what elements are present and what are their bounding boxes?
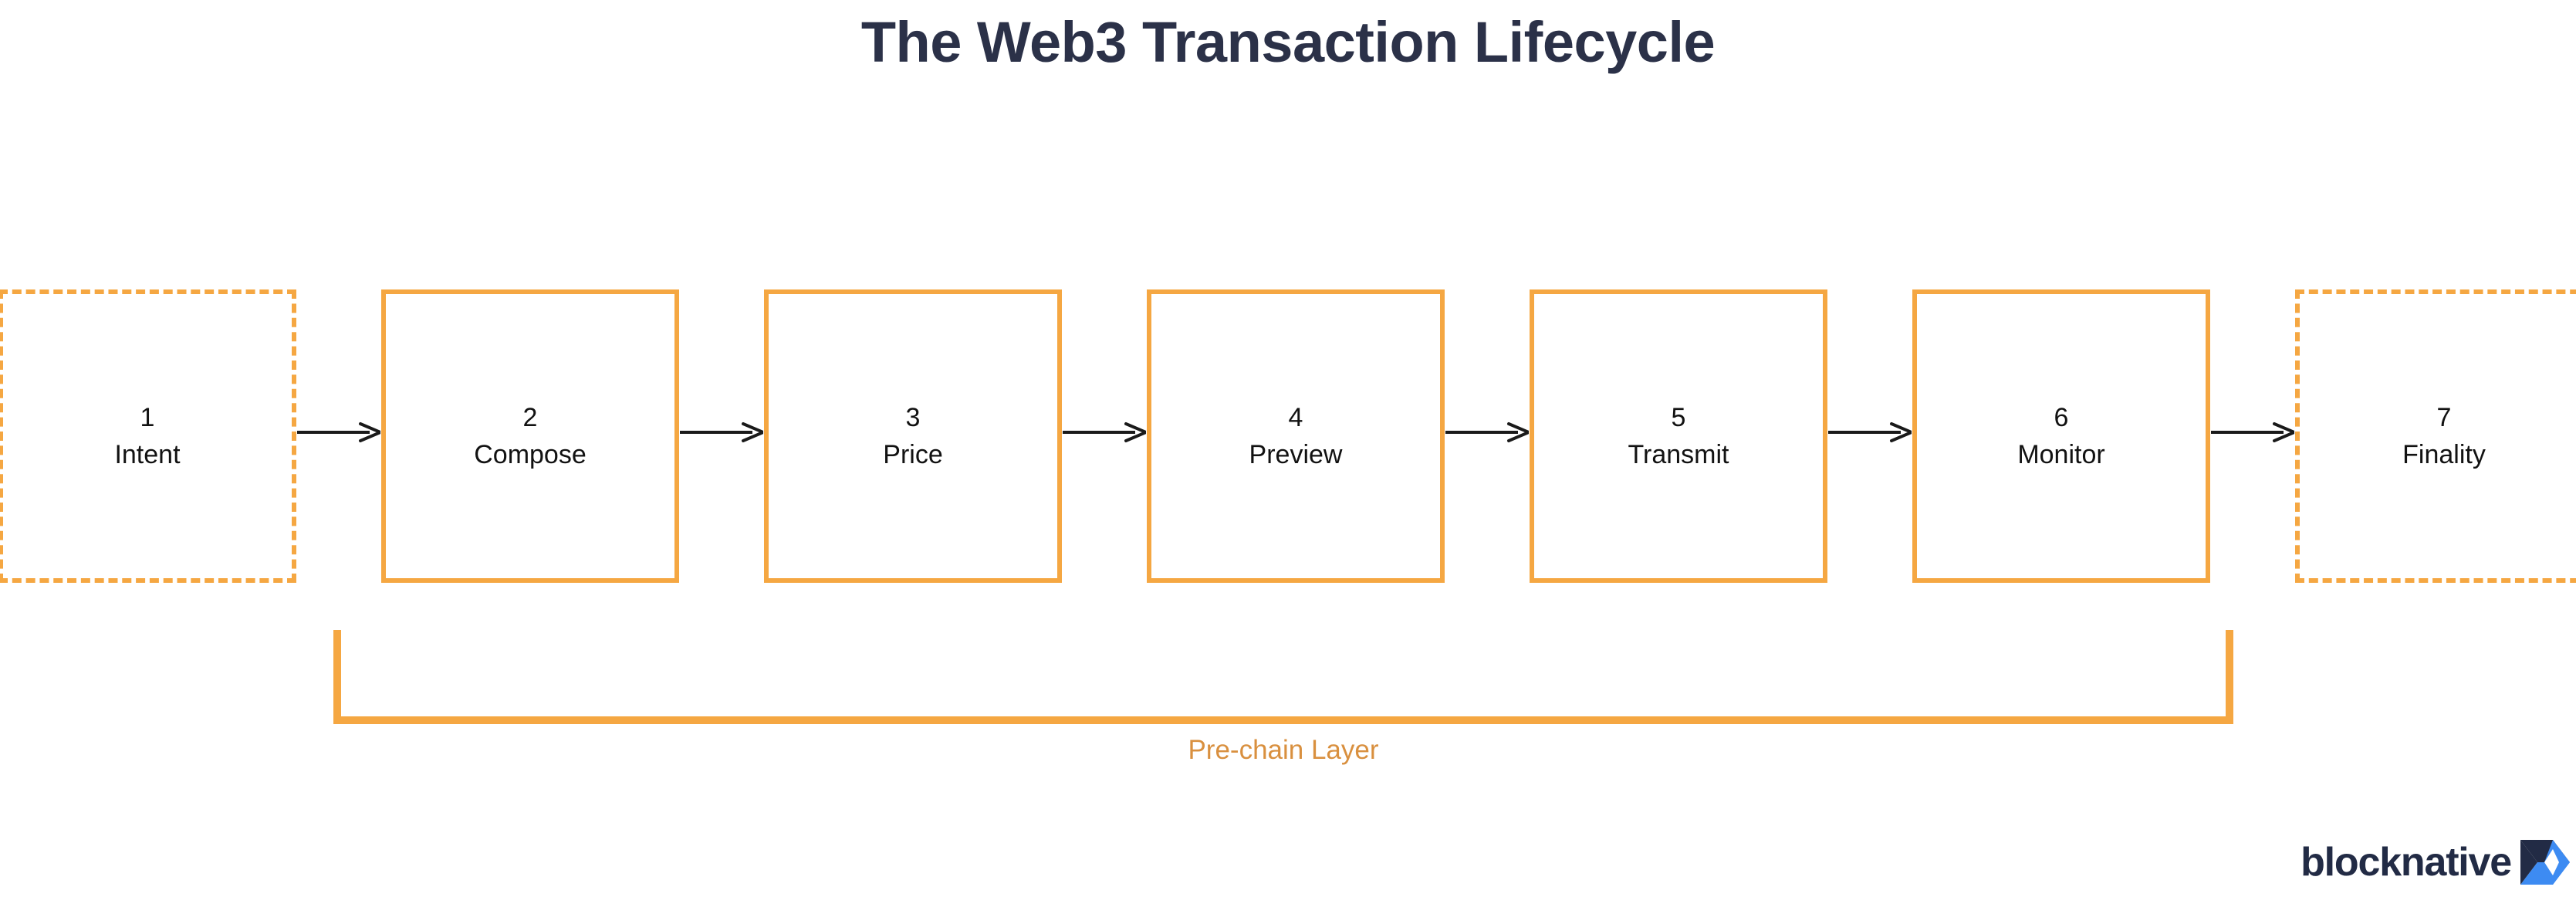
stage-number: 2 xyxy=(522,402,538,432)
stage-number: 5 xyxy=(1671,402,1686,432)
stage-box-compose: 2 Compose xyxy=(381,289,679,583)
blocknative-wordmark: blocknative xyxy=(2300,840,2512,885)
flow-arrow xyxy=(1828,421,1912,444)
lifecycle-flow: 1 Intent 2 Compose 3 Price 4 Preview 5 Transmit 6 M… xyxy=(0,289,2576,583)
pre-chain-layer-label: Pre-chain Layer xyxy=(1188,735,1379,765)
blocknative-chevron-logo-icon xyxy=(2519,838,2570,886)
stage-box-transmit: 5 Transmit xyxy=(1530,289,1827,583)
stage-number: 3 xyxy=(905,402,921,432)
stage-box-finality: 7 Finality xyxy=(2295,289,2576,583)
pre-chain-bracket xyxy=(333,630,2233,724)
stage-label: Compose xyxy=(474,440,587,469)
diagram-canvas: The Web3 Transaction Lifecycle 1 Intent 2 C… xyxy=(0,0,2576,897)
stage-label: Finality xyxy=(2402,440,2486,469)
stage-box-intent: 1 Intent xyxy=(0,289,296,583)
blocknative-logo: blocknative xyxy=(2300,838,2570,886)
stage-label: Monitor xyxy=(2017,440,2105,469)
page-title: The Web3 Transaction Lifecycle xyxy=(860,10,1716,74)
stage-label: Preview xyxy=(1249,440,1343,469)
flow-arrow xyxy=(2211,421,2294,444)
stage-number: 7 xyxy=(2436,402,2452,432)
flow-arrow xyxy=(297,421,380,444)
stage-box-preview: 4 Preview xyxy=(1147,289,1445,583)
stage-label: Intent xyxy=(114,440,181,469)
flow-arrow xyxy=(1063,421,1146,444)
stage-number: 4 xyxy=(1288,402,1303,432)
stage-label: Price xyxy=(883,440,943,469)
flow-arrow xyxy=(1445,421,1529,444)
stage-box-price: 3 Price xyxy=(764,289,1062,583)
stage-label: Transmit xyxy=(1628,440,1729,469)
stage-number: 1 xyxy=(140,402,155,432)
flow-arrow xyxy=(680,421,763,444)
stage-box-monitor: 6 Monitor xyxy=(1912,289,2210,583)
stage-number: 6 xyxy=(2054,402,2069,432)
